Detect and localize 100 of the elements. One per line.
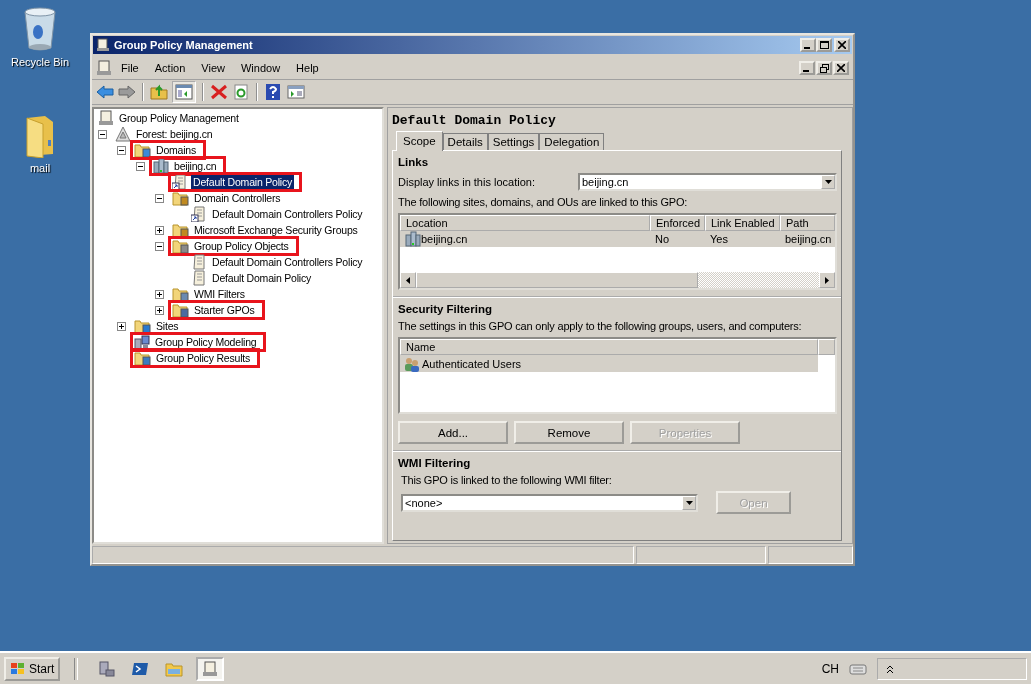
table-cell: beijing.cn [421, 233, 468, 245]
dropdown-arrow-icon [685, 500, 693, 505]
push-button[interactable]: Add... [398, 421, 508, 444]
tree-item[interactable]: Default Domain Controllers Policy [210, 207, 365, 221]
table-cell: Yes [710, 233, 728, 245]
tree-item[interactable]: Group Policy Objects [192, 239, 291, 253]
folder-icon [134, 142, 151, 158]
computers-icon [134, 334, 150, 350]
delete-icon[interactable] [210, 84, 228, 100]
folder-icon [134, 318, 151, 334]
horizontal-scrollbar[interactable] [400, 272, 835, 288]
tree-item[interactable]: Domain Controllers [192, 191, 283, 205]
tree-item[interactable]: Group Policy Results [154, 351, 253, 365]
folder-icon [172, 302, 189, 318]
tree-item[interactable]: Starter GPOs [192, 303, 257, 317]
document-icon [191, 270, 207, 286]
list-row[interactable]: Authenticated Users [400, 355, 818, 372]
minimize-button[interactable] [800, 38, 816, 52]
properties-pane-icon[interactable] [286, 84, 306, 100]
console-icon [98, 110, 114, 126]
column-header[interactable]: Location [400, 215, 650, 231]
close-icon [838, 41, 846, 49]
document-shortcut-icon [191, 206, 207, 222]
tree-item[interactable]: Domains [154, 143, 199, 157]
chevron-up-icon[interactable] [886, 663, 894, 674]
tree-item[interactable]: Sites [154, 319, 181, 333]
tree-item[interactable]: Group Policy Modeling [153, 335, 259, 349]
tree-item[interactable]: Microsoft Exchange Security Groups [192, 223, 360, 237]
recycle-bin-icon[interactable] [22, 6, 58, 52]
column-header[interactable]: Path [780, 215, 835, 231]
expand-icon[interactable] [117, 321, 126, 331]
tree-item[interactable]: Group Policy Management [117, 111, 241, 125]
console-icon[interactable] [201, 659, 220, 678]
tab[interactable]: Settings [487, 133, 540, 150]
desktop-icon-label[interactable]: Recycle Bin [10, 56, 70, 68]
tab[interactable]: Scope [396, 131, 443, 151]
back-arrow-icon[interactable] [96, 84, 114, 100]
right-arrow-icon[interactable] [825, 276, 829, 284]
menu-item[interactable]: File [114, 60, 146, 76]
forward-arrow-icon[interactable] [118, 84, 136, 100]
minimize-button[interactable] [799, 61, 815, 75]
tree-item[interactable]: WMI Filters [192, 287, 247, 301]
restore-button[interactable] [816, 61, 832, 75]
tab[interactable]: Delegation [539, 133, 605, 150]
users-icon [404, 355, 420, 372]
menu-item[interactable]: Help [289, 60, 326, 76]
pane-toggle-icon[interactable] [172, 81, 196, 103]
folder-icon [172, 222, 189, 238]
server-manager-icon[interactable] [97, 659, 116, 678]
policy-title: Default Domain Policy [392, 112, 557, 130]
dropdown-arrow-icon [824, 180, 832, 184]
push-button[interactable]: Remove [514, 421, 624, 444]
close-button[interactable] [834, 38, 850, 52]
folder-icon [172, 190, 189, 206]
location-dropdown[interactable]: beijing.cn [578, 173, 837, 191]
server-icon [153, 158, 169, 174]
triangle-icon [115, 126, 131, 142]
column-header[interactable]: Enforced [650, 215, 705, 231]
menu-item[interactable]: Action [147, 60, 193, 76]
expand-icon[interactable] [155, 305, 164, 315]
collapse-icon[interactable] [117, 145, 126, 155]
tree-item[interactable]: Default Domain Policy [191, 175, 295, 189]
expand-icon[interactable] [155, 225, 164, 235]
windows-logo-icon [10, 661, 26, 676]
section-heading: Links [398, 156, 430, 168]
wmi-filter-dropdown[interactable]: <none> [401, 493, 698, 512]
start-button[interactable]: Start [4, 656, 61, 681]
menu-item[interactable]: Window [233, 60, 288, 76]
column-header[interactable]: Link Enabled [705, 215, 780, 231]
expand-icon[interactable] [155, 289, 164, 299]
folder-icon [172, 286, 189, 302]
desktop-icon-label[interactable]: mail [29, 162, 51, 174]
tree-item[interactable]: Default Domain Policy [210, 271, 314, 285]
maximize-button[interactable] [816, 38, 832, 52]
left-arrow-icon[interactable] [406, 276, 410, 284]
document-shortcut-icon [172, 174, 188, 190]
tab[interactable]: Details [442, 133, 488, 150]
tree-item[interactable]: beijing.cn [172, 159, 219, 173]
server-icon [405, 231, 421, 247]
menu-item[interactable]: View [194, 60, 232, 76]
field-label: Display links in this location: [398, 176, 535, 188]
help-icon[interactable] [264, 83, 282, 101]
tree-item[interactable]: Forest: beijing.cn [134, 127, 215, 141]
column-header[interactable]: Name [400, 339, 818, 355]
refresh-icon[interactable] [232, 84, 250, 100]
tree-item[interactable]: Default Domain Controllers Policy [210, 255, 365, 269]
language-indicator[interactable]: CH [821, 661, 839, 676]
window-title: Group Policy Management [114, 39, 253, 51]
collapse-icon[interactable] [136, 161, 145, 171]
collapse-icon[interactable] [155, 241, 164, 251]
collapse-icon[interactable] [98, 129, 107, 139]
console-icon [96, 60, 112, 76]
table-cell: beijing.cn [785, 233, 832, 245]
caption: The settings in this GPO can only apply to the following groups, users, and computers: [398, 320, 803, 332]
console-icon [96, 38, 110, 52]
section-heading: Security Filtering [398, 303, 493, 315]
close-button[interactable] [833, 61, 849, 75]
collapse-icon[interactable] [155, 193, 164, 203]
table-cell: No [655, 233, 670, 245]
folder-icon [134, 350, 151, 366]
